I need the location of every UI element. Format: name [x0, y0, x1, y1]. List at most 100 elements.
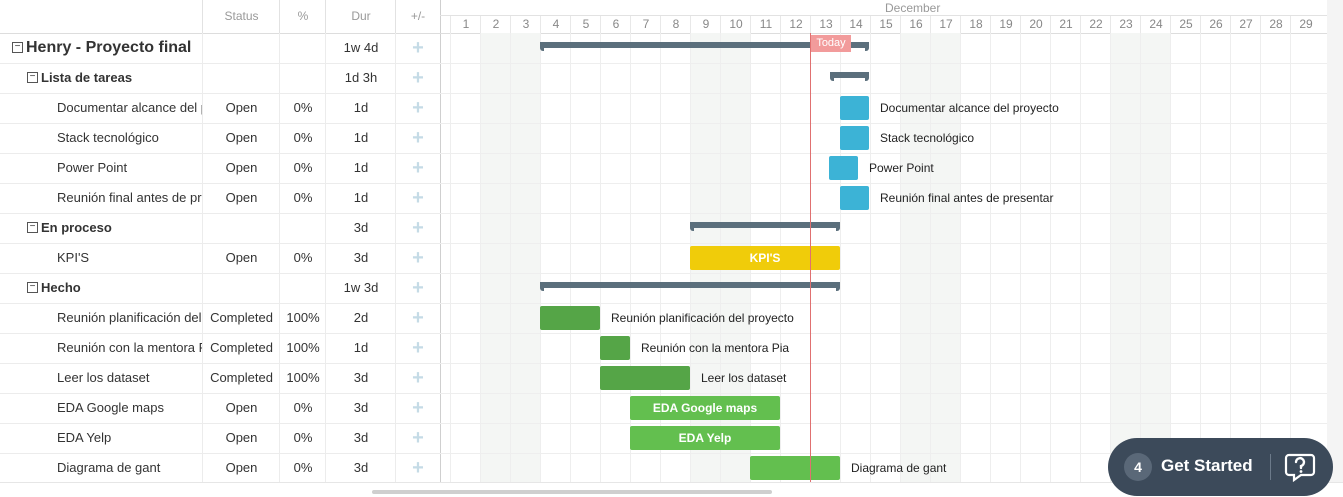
collapse-toggle-icon[interactable]: − — [27, 222, 38, 234]
task-duration[interactable]: 3d — [325, 363, 396, 393]
task-status[interactable] — [202, 213, 280, 243]
task-name-cell[interactable]: − Lista de tareas — [0, 63, 202, 93]
task-name-cell[interactable]: − En proceso — [0, 213, 202, 243]
task-bar-planificacion[interactable] — [540, 306, 600, 330]
task-row[interactable]: KPI'S Open 0% 3d + — [0, 243, 440, 274]
task-duration[interactable]: 1d — [325, 183, 396, 213]
task-percent[interactable]: 100% — [279, 363, 326, 393]
task-row[interactable]: Reunión con la mentora Pia Completed 100% 1… — [0, 333, 440, 364]
task-percent[interactable]: 0% — [279, 393, 326, 423]
collapse-toggle-icon[interactable]: − — [27, 72, 38, 84]
task-percent[interactable] — [279, 213, 326, 243]
task-name-cell[interactable]: KPI'S — [0, 243, 202, 273]
task-percent[interactable]: 0% — [279, 183, 326, 213]
add-task-icon[interactable]: + — [395, 273, 440, 303]
task-name-cell[interactable]: Reunión final antes de presentar — [0, 183, 202, 213]
summary-bar-en-proceso[interactable] — [690, 222, 840, 231]
task-bar-gant[interactable] — [750, 456, 840, 480]
task-status[interactable]: Open — [202, 453, 280, 483]
task-duration[interactable]: 3d — [325, 423, 396, 453]
add-task-icon[interactable]: + — [395, 153, 440, 183]
horizontal-scroll-thumb[interactable] — [372, 490, 772, 494]
add-task-icon[interactable]: + — [395, 423, 440, 453]
task-status[interactable] — [202, 273, 280, 303]
task-bar-powerpoint[interactable] — [829, 156, 858, 180]
task-row[interactable]: EDA Google maps Open 0% 3d + — [0, 393, 440, 424]
task-row[interactable]: EDA Yelp Open 0% 3d + — [0, 423, 440, 454]
add-task-icon[interactable]: + — [395, 123, 440, 153]
task-percent[interactable] — [279, 273, 326, 303]
task-duration[interactable]: 1d — [325, 123, 396, 153]
add-task-icon[interactable]: + — [395, 93, 440, 123]
task-percent[interactable]: 0% — [279, 423, 326, 453]
task-name-cell[interactable]: EDA Yelp — [0, 423, 202, 453]
task-status[interactable]: Completed — [202, 333, 280, 363]
task-duration[interactable]: 3d — [325, 213, 396, 243]
task-bar-documentar[interactable] — [840, 96, 869, 120]
task-status[interactable]: Open — [202, 423, 280, 453]
task-percent[interactable]: 100% — [279, 333, 326, 363]
task-row[interactable]: Leer los dataset Completed 100% 3d + — [0, 363, 440, 394]
task-status[interactable]: Open — [202, 393, 280, 423]
add-task-icon[interactable]: + — [395, 63, 440, 93]
add-task-icon[interactable]: + — [395, 183, 440, 213]
add-task-icon[interactable]: + — [395, 453, 440, 483]
col-header-status[interactable]: Status — [202, 0, 280, 33]
add-task-icon[interactable]: + — [395, 363, 440, 393]
task-status[interactable]: Open — [202, 183, 280, 213]
add-task-icon[interactable]: + — [395, 243, 440, 273]
task-name-cell[interactable]: − Hecho — [0, 273, 202, 303]
task-bar-kpis[interactable]: KPI'S — [690, 246, 840, 270]
task-percent[interactable]: 0% — [279, 453, 326, 483]
task-row[interactable]: − En proceso 3d + — [0, 213, 440, 244]
task-name-cell[interactable]: Diagrama de gant — [0, 453, 202, 483]
task-status[interactable] — [202, 63, 280, 93]
col-header-duration[interactable]: Dur — [325, 0, 396, 33]
add-task-icon[interactable]: + — [395, 303, 440, 333]
task-name-cell[interactable]: Stack tecnológico — [0, 123, 202, 153]
task-bar-stack[interactable] — [840, 126, 869, 150]
task-duration[interactable]: 1w 4d — [325, 33, 396, 63]
task-row[interactable]: − Hecho 1w 3d + — [0, 273, 440, 304]
task-percent[interactable]: 0% — [279, 123, 326, 153]
summary-bar-hecho[interactable] — [540, 282, 840, 291]
task-duration[interactable]: 1d 3h — [325, 63, 396, 93]
task-percent[interactable]: 100% — [279, 303, 326, 333]
task-row[interactable]: − Lista de tareas 1d 3h + — [0, 63, 440, 94]
task-row[interactable]: − Henry - Proyecto final 1w 4d + — [0, 33, 440, 64]
task-duration[interactable]: 1d — [325, 153, 396, 183]
task-name-cell[interactable]: − Henry - Proyecto final — [0, 33, 202, 63]
task-percent[interactable] — [279, 33, 326, 63]
task-name-cell[interactable]: Power Point — [0, 153, 202, 183]
task-status[interactable]: Completed — [202, 363, 280, 393]
task-status[interactable]: Open — [202, 153, 280, 183]
task-row[interactable]: Power Point Open 0% 1d + — [0, 153, 440, 184]
task-percent[interactable]: 0% — [279, 243, 326, 273]
add-task-icon[interactable]: + — [395, 213, 440, 243]
collapse-toggle-icon[interactable]: − — [12, 42, 23, 54]
task-duration[interactable]: 3d — [325, 243, 396, 273]
task-duration[interactable]: 2d — [325, 303, 396, 333]
task-name-cell[interactable]: Reunión con la mentora Pia — [0, 333, 202, 363]
task-name-cell[interactable]: Leer los dataset — [0, 363, 202, 393]
task-bar-dataset[interactable] — [600, 366, 690, 390]
task-status[interactable]: Open — [202, 93, 280, 123]
task-duration[interactable]: 1w 3d — [325, 273, 396, 303]
col-header-percent[interactable]: % — [279, 0, 326, 33]
vertical-scrollbar[interactable] — [1327, 0, 1343, 497]
task-bar-eda-google[interactable]: EDA Google maps — [630, 396, 780, 420]
task-name-cell[interactable]: Reunión planificación del proyecto — [0, 303, 202, 333]
task-percent[interactable]: 0% — [279, 93, 326, 123]
summary-bar-lista[interactable] — [830, 72, 869, 81]
task-name-cell[interactable]: Documentar alcance del proyecto — [0, 93, 202, 123]
col-header-add[interactable]: +/- — [395, 0, 440, 33]
task-row[interactable]: Reunión final antes de presentarOpen0%1d… — [0, 183, 440, 214]
task-name-cell[interactable]: EDA Google maps — [0, 393, 202, 423]
task-bar-mentora[interactable] — [600, 336, 630, 360]
get-started-button[interactable]: 4 Get Started — [1108, 438, 1333, 496]
task-status[interactable]: Open — [202, 243, 280, 273]
task-row[interactable]: Stack tecnológico Open 0% 1d + — [0, 123, 440, 154]
task-row[interactable]: Diagrama de gant Open 0% 3d + — [0, 453, 440, 484]
col-header-name[interactable] — [0, 0, 202, 33]
task-status[interactable]: Completed — [202, 303, 280, 333]
